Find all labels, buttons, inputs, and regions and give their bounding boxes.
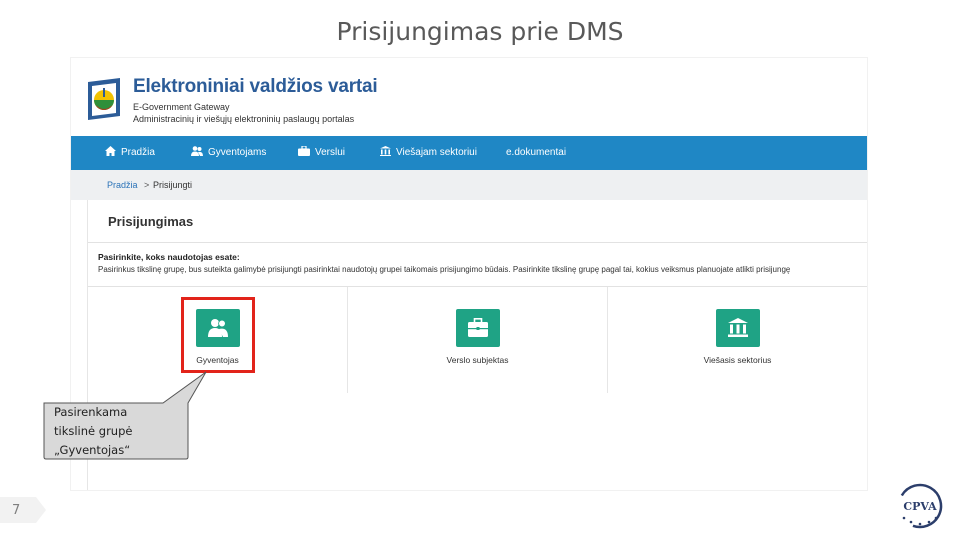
svg-text:CPVA: CPVA: [903, 500, 937, 513]
callout-line: tikslinė grupė: [54, 424, 133, 438]
callout-text: Pasirenkama tikslinė grupė „Gyventojas“: [54, 403, 164, 460]
page-number-tab: [0, 497, 46, 523]
cpva-logo-icon: CPVA: [897, 483, 943, 529]
page-number: 7: [12, 503, 21, 518]
callout-line: Pasirenkama: [54, 405, 128, 419]
callout-line: „Gyventojas“: [54, 443, 131, 457]
